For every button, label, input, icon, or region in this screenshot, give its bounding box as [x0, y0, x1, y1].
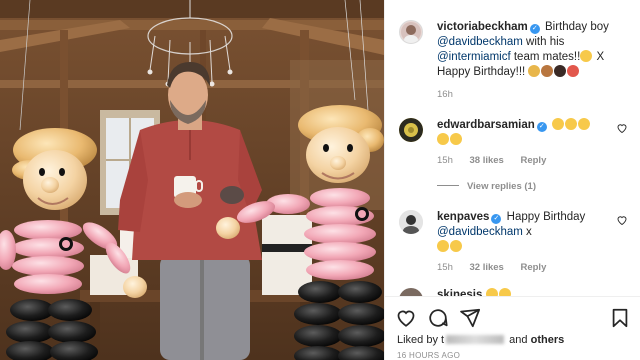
comment-3: skinesis [437, 288, 612, 296]
caption-text-5: Happy Birthday!!! [437, 66, 526, 78]
caption-text-1: Birthday boy [544, 21, 609, 33]
verified-badge-icon: ✓ [529, 24, 540, 34]
comment-mention[interactable]: @davidbeckham [437, 226, 523, 238]
comment-likes[interactable]: 38 likes [470, 155, 504, 166]
comment-like-heart-icon[interactable] [616, 214, 628, 226]
comment-time[interactable]: 15h [437, 155, 453, 166]
emoji-icon [498, 288, 511, 296]
liked-by-user[interactable]: t [441, 334, 444, 346]
clap-emoji-icon [450, 133, 462, 145]
lollipop-emoji-icon [567, 65, 580, 77]
comment-meta: 15h 32 likes Reply [437, 262, 560, 273]
caption-text-3: team mates!! [513, 51, 581, 63]
comment-text-end: x [526, 226, 532, 238]
view-replies-button[interactable]: View replies (1) [437, 181, 536, 192]
comment-avatar[interactable] [399, 118, 423, 142]
caption-text-4: X [596, 51, 605, 63]
clap-emoji-icon [450, 240, 462, 252]
comment-1: edwardbarsamian ✓ [437, 118, 612, 148]
post-photo [0, 0, 384, 360]
clap-emoji-icon [437, 240, 449, 252]
blurred-username [446, 335, 505, 344]
emoji-icon [485, 288, 498, 296]
post-sidebar: victoriabeckham ✓ Birthday boy @davidbeck… [384, 0, 640, 360]
comment-icon[interactable] [427, 307, 449, 329]
caption-mention-1[interactable]: @davidbeckham [437, 36, 523, 48]
post-image[interactable] [0, 0, 384, 360]
comment-avatar[interactable] [399, 288, 423, 296]
heart-icon[interactable] [395, 307, 417, 329]
comments-section: victoriabeckham ✓ Birthday boy @davidbeck… [385, 0, 640, 296]
reply-button[interactable]: Reply [520, 262, 546, 273]
caption-meta: 16h [437, 89, 467, 100]
clap-emoji-icon [437, 133, 449, 145]
comment-username[interactable]: skinesis [437, 289, 482, 296]
clap-emoji-icon [565, 118, 577, 130]
caption-time[interactable]: 16h [437, 89, 453, 100]
clap-emoji-icon [552, 118, 564, 130]
comment-time[interactable]: 15h [437, 262, 453, 273]
comment-text: Happy Birthday [506, 211, 586, 223]
liked-by-others[interactable]: others [531, 334, 565, 346]
comment-likes[interactable]: 32 likes [470, 262, 504, 273]
comment-2: kenpaves ✓ Happy Birthday @davidbeckham x [437, 210, 612, 255]
grin-emoji-icon [580, 50, 593, 62]
post-timestamp[interactable]: 16 HOURS AGO [397, 351, 460, 360]
post-caption: victoriabeckham ✓ Birthday boy @davidbeck… [437, 20, 612, 80]
party-popper-emoji-icon [528, 65, 541, 77]
comment-meta: 15h 38 likes Reply [437, 155, 560, 166]
balloon-emoji-icon [554, 65, 567, 77]
clap-emoji-icon [578, 118, 590, 130]
liked-by-prefix: Liked by [397, 334, 438, 346]
comment-username[interactable]: edwardbarsamian [437, 119, 535, 131]
author-username[interactable]: victoriabeckham [437, 21, 528, 33]
comment-avatar[interactable] [399, 210, 423, 234]
verified-badge-icon: ✓ [536, 122, 547, 132]
comment-like-heart-icon[interactable] [616, 122, 628, 134]
author-avatar[interactable] [399, 20, 423, 44]
caption-mention-2[interactable]: @intermiamicf [437, 51, 511, 63]
reply-button[interactable]: Reply [520, 155, 546, 166]
comment-username[interactable]: kenpaves [437, 211, 489, 223]
liked-by-and: and [509, 334, 528, 346]
liked-by: Liked by t and others [397, 334, 564, 346]
bookmark-icon[interactable] [609, 307, 631, 329]
verified-badge-icon: ✓ [491, 214, 502, 224]
caption-text-2: with his [526, 36, 565, 48]
cake-emoji-icon [541, 65, 554, 77]
share-icon[interactable] [459, 307, 481, 329]
